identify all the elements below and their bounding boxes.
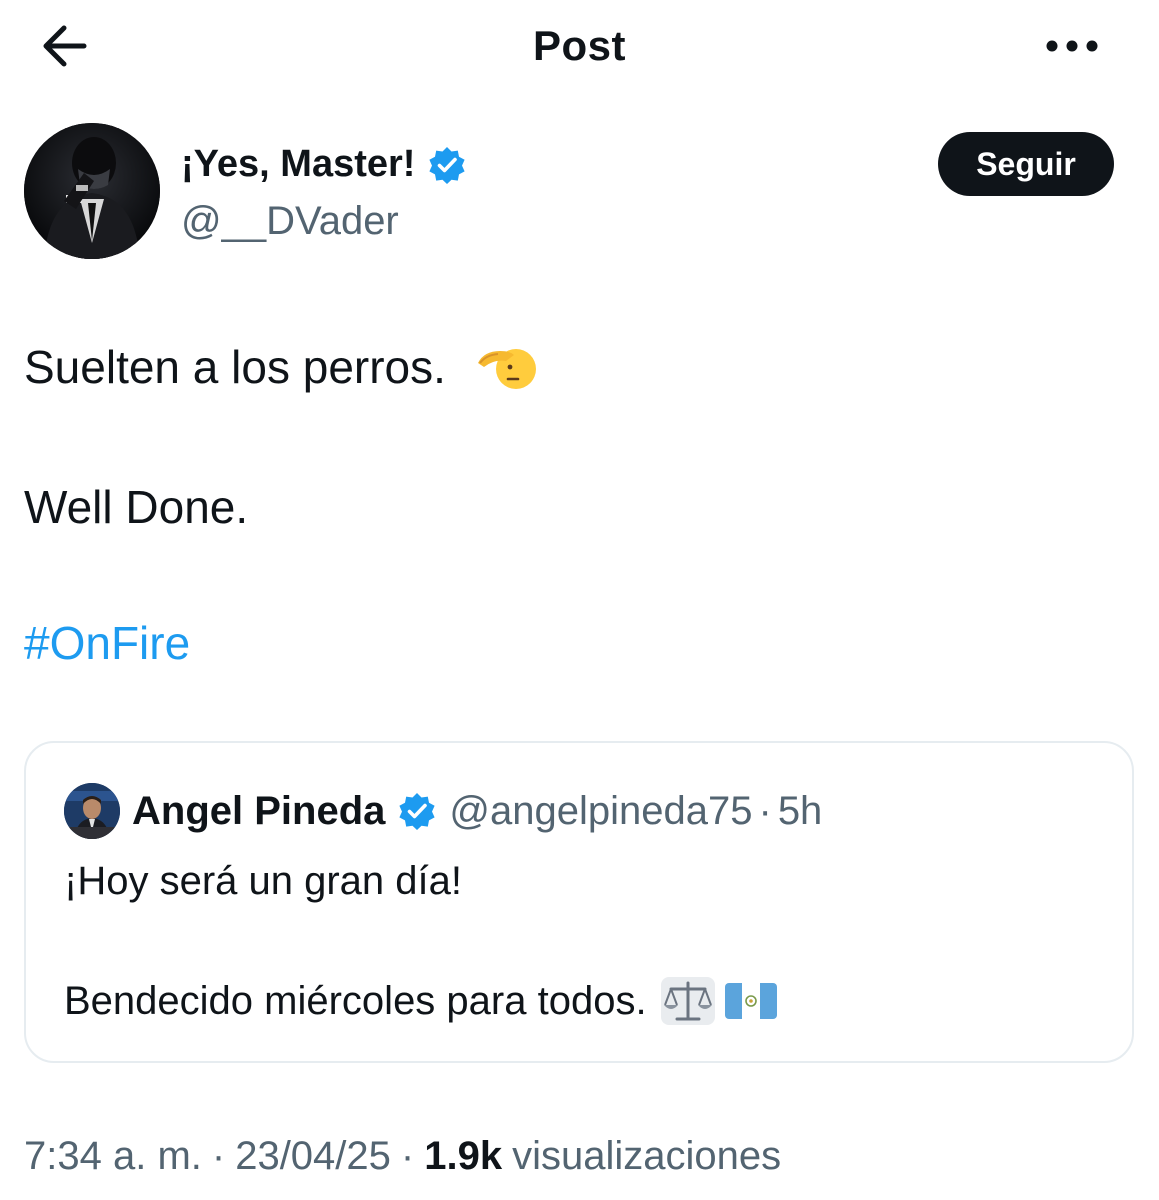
separator-dot: · [400, 1134, 415, 1178]
guatemala-flag-icon [724, 983, 777, 1019]
author-header: ¡Yes, Master! @__DVader Seguir [24, 123, 1134, 263]
quoted-tweet-time[interactable]: 5h [778, 789, 823, 834]
separator-dot: · [211, 1134, 226, 1178]
page-title: Post [532, 22, 626, 69]
separator-dot: · [758, 788, 772, 833]
balance-scale-icon [660, 977, 715, 1025]
quoted-avatar-image [64, 783, 120, 839]
more-options-button[interactable] [1040, 28, 1104, 64]
quoted-author-name[interactable]: Angel Pineda [132, 789, 385, 834]
verified-badge-icon [429, 146, 466, 184]
tweet-time[interactable]: 7:34 a. m. [24, 1134, 202, 1179]
tweet-text-line-1: Suelten a los perros. [24, 340, 538, 394]
quoted-tweet-card[interactable]: Angel Pineda @angelpineda75 · 5h ¡Hoy se… [24, 741, 1134, 1063]
author-name-row: ¡Yes, Master! [181, 143, 467, 186]
quoted-tweet-text-1: ¡Hoy será un gran día! [64, 859, 462, 903]
follow-button[interactable]: Seguir [938, 132, 1114, 196]
quoted-tweet-text-2: Bendecido miércoles para todos. [64, 978, 647, 1023]
hashtag-link[interactable]: #OnFire [24, 616, 190, 670]
verified-badge-icon [399, 793, 435, 830]
avatar-image [24, 123, 160, 259]
tweet-text: Suelten a los perros. [24, 341, 446, 393]
saluting-face-icon [477, 349, 536, 389]
more-horizontal-icon [1046, 40, 1098, 52]
tweet-meta: 7:34 a. m. · 23/04/25 · 1.9k visualizaci… [24, 1134, 781, 1179]
views-label[interactable]: visualizaciones [512, 1134, 781, 1179]
quoted-tweet-text-2-row: Bendecido miércoles para todos. [64, 975, 777, 1027]
author-handle[interactable]: @__DVader [181, 199, 399, 244]
author-name[interactable]: ¡Yes, Master! [181, 143, 415, 186]
author-avatar[interactable] [24, 123, 160, 259]
views-count[interactable]: 1.9k [424, 1134, 502, 1179]
quoted-author-avatar[interactable] [64, 783, 120, 839]
quoted-author-handle[interactable]: @angelpineda75 [449, 789, 752, 834]
top-bar: Post [0, 0, 1159, 95]
tweet-text-line-2: Well Done. [24, 481, 249, 533]
tweet-date[interactable]: 23/04/25 [235, 1134, 391, 1179]
quoted-tweet-header: Angel Pineda @angelpineda75 · 5h [64, 783, 822, 839]
